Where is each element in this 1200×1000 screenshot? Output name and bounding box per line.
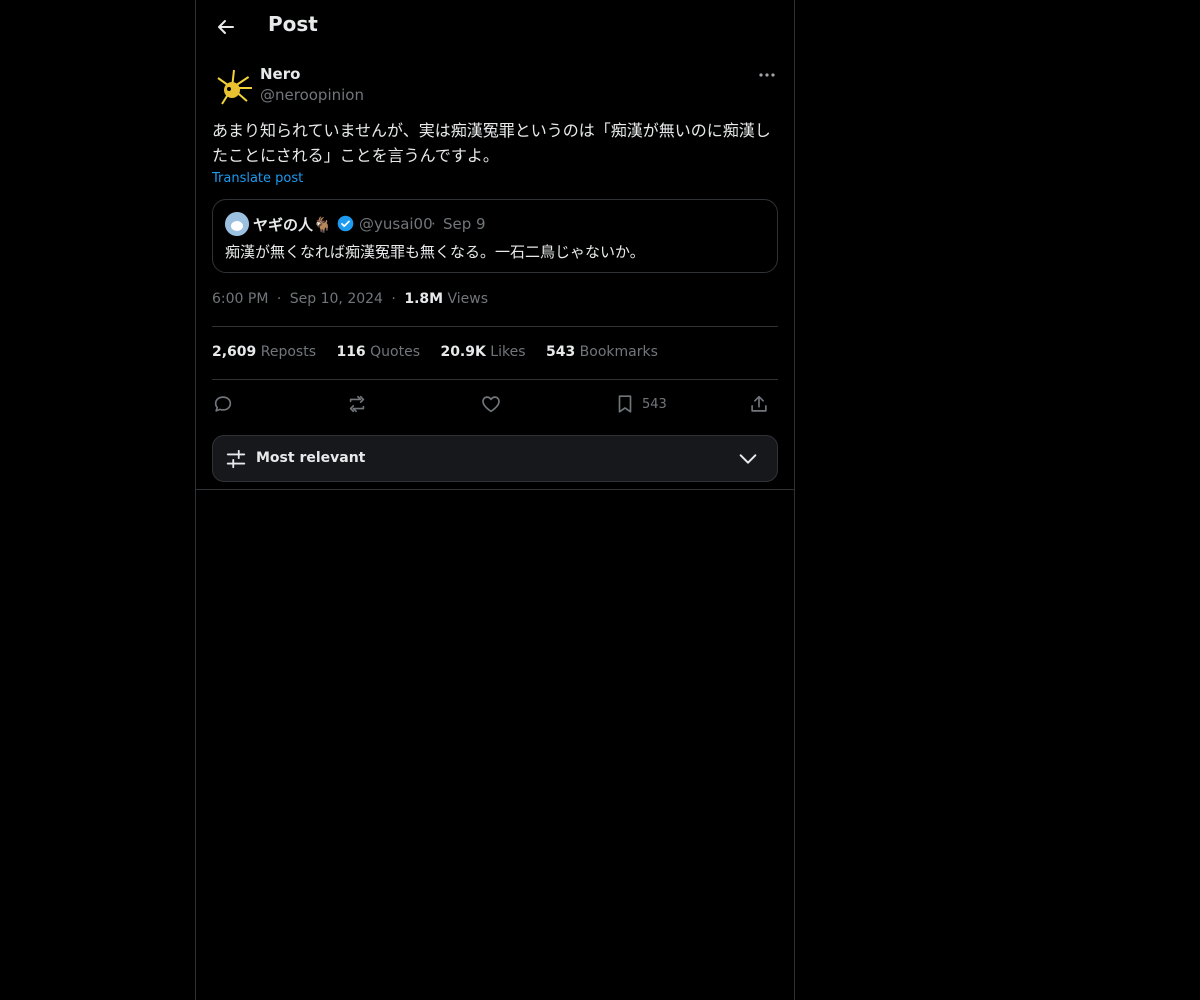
quotes-stat[interactable]: 116 Quotes <box>336 344 420 360</box>
quoted-post[interactable]: ヤギの人🐐 @yusai00 · Sep 9 痴漢が無くなれば痴漢冤罪も無くなる… <box>212 199 778 273</box>
meta-separator: · <box>276 291 282 307</box>
post-text: あまり知られていませんが、実は痴漢冤罪というのは「痴漢が無いのに痴漢したことにさ… <box>212 121 771 165</box>
quotes-label: Quotes <box>370 344 420 360</box>
bookmark-count: 543 <box>642 397 667 412</box>
likes-stat[interactable]: 20.9K Likes <box>440 344 525 360</box>
reply-icon <box>214 396 232 412</box>
post-header: Post <box>196 0 794 54</box>
quoted-text: 痴漢が無くなれば痴漢冤罪も無くなる。一石二鳥じゃないか。 <box>225 243 645 261</box>
author-handle[interactable]: @neroopinion <box>260 86 364 104</box>
share-button[interactable] <box>748 390 772 418</box>
sliders-icon <box>226 449 246 469</box>
likes-label: Likes <box>490 344 526 360</box>
quoted-date: Sep 9 <box>443 215 486 233</box>
author-name[interactable]: Nero <box>260 65 300 83</box>
repost-icon <box>349 395 365 413</box>
quoted-avatar <box>225 212 249 236</box>
sort-label: Most relevant <box>256 450 366 466</box>
reposts-count: 2,609 <box>212 344 257 360</box>
like-button[interactable] <box>480 390 504 418</box>
post-meta: 6:00 PM · Sep 10, 2024 · 1.8M Views <box>212 291 488 307</box>
more-button[interactable] <box>756 64 778 86</box>
avatar-image <box>212 68 252 108</box>
avatar[interactable] <box>212 68 252 108</box>
share-icon <box>751 395 767 412</box>
post-time[interactable]: 6:00 PM <box>212 291 268 307</box>
divider <box>212 379 778 380</box>
bookmarks-count: 543 <box>545 344 576 360</box>
divider <box>196 489 794 490</box>
bookmarks-stat[interactable]: 543 Bookmarks <box>546 344 658 360</box>
quotes-count: 116 <box>336 344 366 360</box>
action-bar: 543 <box>212 390 778 418</box>
quoted-author-name: ヤギの人🐐 <box>253 216 332 234</box>
more-horizontal-icon <box>759 73 775 77</box>
bookmark-button[interactable]: 543 <box>614 390 674 418</box>
views-label: Views <box>447 291 489 307</box>
post-column: Post Nero @neroopinion あまり知られていませんが、実は痴漢… <box>195 0 795 1000</box>
meta-separator: · <box>391 291 396 307</box>
bookmark-icon <box>618 395 632 413</box>
heart-icon <box>482 396 500 413</box>
reply-button[interactable] <box>212 390 236 418</box>
repost-button[interactable] <box>346 390 370 418</box>
quoted-author-handle: @yusai00 <box>359 215 433 233</box>
post-stats: 2,609 Reposts 116 Quotes 20.9K Likes 543… <box>212 344 674 360</box>
divider <box>212 326 778 327</box>
arrow-left-icon <box>218 20 234 34</box>
reply-sort-dropdown[interactable]: Most relevant <box>212 435 778 482</box>
post-date[interactable]: Sep 10, 2024 <box>290 291 383 307</box>
back-button[interactable] <box>212 13 240 41</box>
likes-count: 20.9K <box>440 344 486 360</box>
translate-post-link[interactable]: Translate post <box>212 171 303 186</box>
page-title: Post <box>268 12 318 36</box>
quoted-separator: · <box>431 215 436 233</box>
reposts-stat[interactable]: 2,609 Reposts <box>212 344 316 360</box>
chevron-down-icon <box>739 454 757 464</box>
verified-badge-icon <box>337 215 354 232</box>
reposts-label: Reposts <box>260 344 316 360</box>
bookmarks-label: Bookmarks <box>579 344 658 360</box>
views-count: 1.8M <box>404 291 444 307</box>
